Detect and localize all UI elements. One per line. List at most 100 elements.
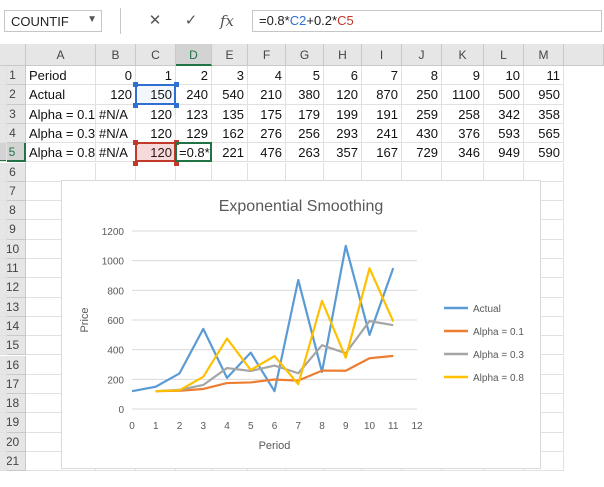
cell-l5[interactable]: 949 [484, 143, 524, 163]
chevron-down-icon[interactable]: ▼ [87, 14, 97, 25]
cell-g2[interactable]: 380 [286, 85, 324, 105]
column-header-c[interactable]: C [136, 44, 176, 66]
cell-k4[interactable]: 376 [442, 123, 484, 144]
cell-j5[interactable]: 729 [402, 143, 442, 163]
cell[interactable] [524, 162, 564, 182]
column-header-m[interactable]: M [524, 44, 564, 66]
cell-h1[interactable]: 6 [324, 66, 362, 86]
cell[interactable] [286, 162, 324, 182]
cell-m3[interactable]: 358 [524, 104, 564, 124]
ref-handle[interactable] [133, 160, 138, 166]
cell[interactable] [484, 162, 524, 182]
cell[interactable] [0, 297, 7, 317]
column-header-h[interactable]: H [324, 44, 362, 66]
cell-d1[interactable]: 2 [176, 66, 212, 86]
column-header-f[interactable]: F [248, 44, 286, 66]
ref-handle[interactable] [133, 140, 138, 146]
cell[interactable] [324, 162, 362, 182]
cell[interactable] [0, 316, 7, 337]
cell-k2[interactable]: 1100 [442, 85, 484, 105]
cell[interactable] [0, 259, 7, 279]
cell[interactable] [0, 85, 7, 105]
cell-e2[interactable]: 540 [212, 85, 248, 105]
cell-j1[interactable]: 8 [402, 66, 442, 86]
cell-d4[interactable]: 129 [176, 123, 212, 144]
insert-function-icon[interactable]: fx [214, 10, 240, 32]
cell-h4[interactable]: 293 [324, 123, 362, 144]
cell-m1[interactable]: 11 [524, 66, 564, 86]
cell-g4[interactable]: 256 [286, 123, 324, 144]
cell-i1[interactable]: 7 [362, 66, 402, 86]
cell[interactable] [0, 143, 7, 163]
column-header-d[interactable]: D [176, 44, 212, 66]
cell[interactable] [0, 201, 7, 221]
cell-m5[interactable]: 590 [524, 143, 564, 163]
cell-m2[interactable]: 950 [524, 85, 564, 105]
cell-g5[interactable]: 263 [286, 143, 324, 163]
chart[interactable]: Exponential Smoothing 0 200 400 600 800 1000 12… [61, 180, 541, 469]
cell[interactable] [0, 374, 7, 395]
cell[interactable] [0, 336, 7, 356]
cell[interactable] [0, 432, 7, 452]
cell[interactable] [0, 162, 7, 182]
cell-f2[interactable]: 210 [248, 85, 286, 105]
cell-k1[interactable]: 9 [442, 66, 484, 86]
name-box[interactable]: COUNTIF ▼ [4, 10, 102, 32]
cell-e3[interactable]: 135 [212, 104, 248, 124]
cell-h5[interactable]: 357 [324, 143, 362, 163]
cell-j4[interactable]: 430 [402, 123, 442, 144]
cell[interactable] [442, 162, 484, 182]
cell-f3[interactable]: 175 [248, 104, 286, 124]
cell-i2[interactable]: 870 [362, 85, 402, 105]
column-header-e[interactable]: E [212, 44, 248, 66]
cell[interactable] [176, 162, 212, 182]
cell-b2[interactable]: 120 [96, 85, 136, 105]
column-header-l[interactable]: L [484, 44, 524, 66]
cell-c3[interactable]: 120 [136, 104, 176, 124]
column-header-j[interactable]: J [402, 44, 442, 66]
cell-j3[interactable]: 259 [402, 104, 442, 124]
cell-h3[interactable]: 199 [324, 104, 362, 124]
cell-g3[interactable]: 179 [286, 104, 324, 124]
cell-b5[interactable]: #N/A [96, 143, 136, 163]
cell-g1[interactable]: 5 [286, 66, 324, 86]
cell[interactable] [402, 162, 442, 182]
cell-m4[interactable]: 565 [524, 123, 564, 144]
cell-e4[interactable]: 162 [212, 123, 248, 144]
cell-j2[interactable]: 250 [402, 85, 442, 105]
ref-handle[interactable] [174, 82, 179, 88]
ref-handle[interactable] [133, 102, 138, 108]
formula-input[interactable]: =0.8*C2+0.2*C5 [252, 10, 602, 32]
cell[interactable] [248, 162, 286, 182]
cell[interactable] [0, 220, 7, 240]
cell-a3[interactable]: Alpha = 0.1 [26, 104, 96, 124]
cell[interactable] [0, 452, 7, 472]
cell[interactable] [0, 66, 7, 86]
cell-a2[interactable]: Actual [26, 85, 96, 105]
ref-handle[interactable] [133, 82, 138, 88]
cell-h2[interactable]: 120 [324, 85, 362, 105]
cell-a1[interactable]: Period [26, 66, 96, 86]
column-header-a[interactable]: A [26, 44, 96, 66]
cell-c4[interactable]: 120 [136, 123, 176, 144]
column-header-n[interactable] [564, 44, 604, 66]
cell[interactable] [136, 162, 176, 182]
cell-l4[interactable]: 593 [484, 123, 524, 144]
cell-f1[interactable]: 4 [248, 66, 286, 86]
enter-icon[interactable]: ✓ [178, 10, 204, 32]
cell-k5[interactable]: 346 [442, 143, 484, 163]
cell-i5[interactable]: 167 [362, 143, 402, 163]
column-header-b[interactable]: B [96, 44, 136, 66]
cell[interactable] [0, 181, 7, 202]
cell[interactable] [0, 104, 7, 124]
cell-b4[interactable]: #N/A [96, 123, 136, 144]
column-header-i[interactable]: I [362, 44, 402, 66]
cell-f5[interactable]: 476 [248, 143, 286, 163]
cell-k3[interactable]: 258 [442, 104, 484, 124]
cell-i3[interactable]: 191 [362, 104, 402, 124]
column-header-k[interactable]: K [442, 44, 484, 66]
ref-handle[interactable] [174, 102, 179, 108]
column-header-g[interactable]: G [286, 44, 324, 66]
cell-i4[interactable]: 241 [362, 123, 402, 144]
cell[interactable] [0, 413, 7, 433]
